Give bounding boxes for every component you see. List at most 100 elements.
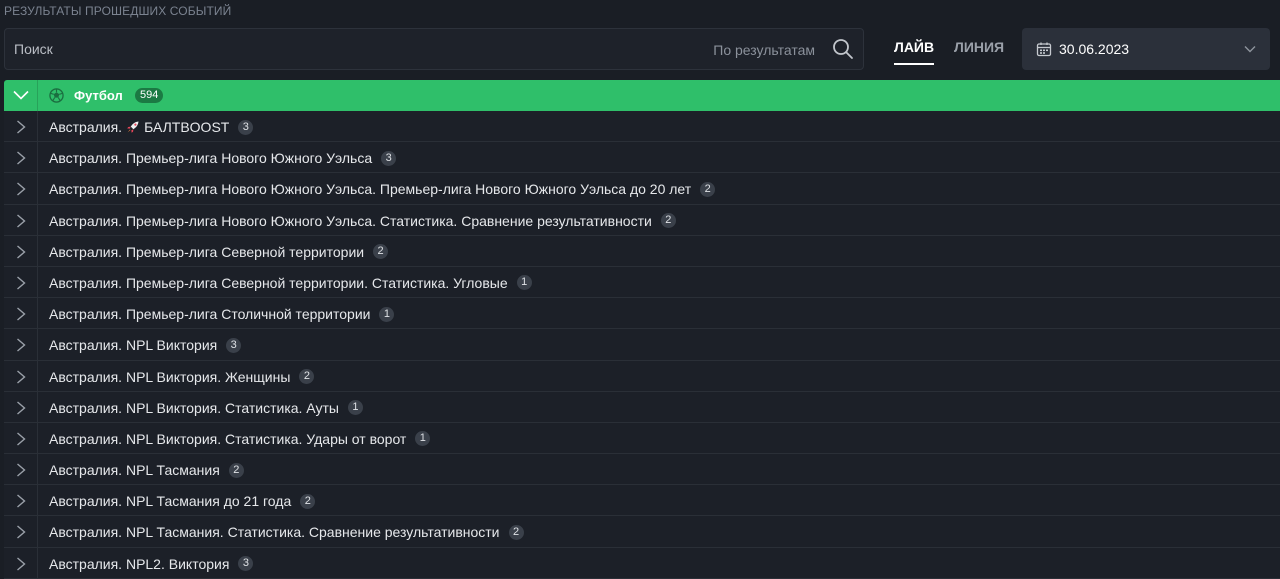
chevron-right-icon [17, 307, 26, 321]
league-name: Австралия. NPL Виктория. Статистика. Аут… [49, 399, 339, 416]
league-row[interactable]: Австралия. NPL2. Виктория 3 [4, 547, 1280, 579]
search-scope-label[interactable]: По результатам [713, 42, 815, 58]
chevron-right-icon [17, 525, 26, 539]
league-row[interactable]: Австралия. Премьер-лига Нового Южного Уэ… [4, 173, 1280, 205]
league-expand-toggle[interactable] [4, 329, 38, 360]
chevron-right-icon [17, 401, 26, 415]
chevron-right-icon [17, 463, 26, 477]
league-row[interactable]: Австралия. Премьер-лига Северной террито… [4, 235, 1280, 267]
league-count-badge: 3 [238, 556, 254, 572]
league-count-badge: 3 [381, 150, 397, 166]
sport-collapse-toggle[interactable] [4, 80, 38, 111]
chevron-right-icon [17, 182, 26, 196]
tab-live[interactable]: ЛАЙВ [894, 39, 935, 65]
tab-line[interactable]: ЛИНИЯ [954, 39, 1004, 63]
league-prefix: Австралия. [49, 119, 123, 135]
league-name: Австралия. NPL Виктория. Женщины [49, 368, 291, 385]
league-name: Австралия. Премьер-лига Нового Южного Уэ… [49, 212, 652, 229]
league-count-badge: 3 [226, 337, 242, 353]
league-row[interactable]: Австралия. Премьер-лига Нового Южного Уэ… [4, 204, 1280, 236]
chevron-right-icon [17, 245, 26, 259]
league-count-badge: 2 [299, 369, 315, 384]
league-row[interactable]: Австралия. NPL Виктория 3 [4, 329, 1280, 361]
date-picker[interactable]: 30.06.2023 [1022, 28, 1270, 70]
rocket-icon [127, 121, 139, 133]
league-label: Австралия. Премьер-лига Северной террито… [49, 243, 389, 260]
league-expand-toggle[interactable] [4, 547, 38, 578]
sport-header-football[interactable]: Футбол 594 [4, 80, 1280, 111]
league-label: Австралия. NPL Виктория. Статистика. Аут… [49, 400, 363, 416]
chevron-right-icon [17, 494, 26, 508]
league-label: Австралия. Премьер-лига Нового Южного Уэ… [49, 213, 676, 229]
league-row[interactable]: Австралия. Премьер-лига Северной террито… [4, 266, 1280, 299]
league-row[interactable]: Австралия. NPL Тасмания до 21 года 2 [4, 485, 1280, 517]
league-label: Австралия. БАЛТBOOST 3 [49, 119, 254, 135]
league-label: Австралия. Премьер-лига Нового Южного Уэ… [49, 150, 397, 166]
league-count-badge: 3 [238, 119, 254, 135]
league-rows: Австралия. БАЛТBOOST 3 Австралия. Премьер-л… [4, 111, 1280, 579]
league-expand-toggle[interactable] [4, 235, 38, 266]
league-name: Австралия. NPL Виктория [49, 337, 218, 354]
league-count-badge: 1 [516, 275, 532, 291]
chevron-right-icon [17, 276, 26, 290]
league-name: Австралия. Премьер-лига Нового Южного Уэ… [49, 181, 692, 198]
league-expand-toggle[interactable] [4, 298, 38, 329]
league-expand-toggle[interactable] [4, 485, 38, 516]
league-name: Австралия. Премьер-лига Столичной террит… [49, 306, 371, 323]
chevron-down-icon [13, 90, 29, 100]
league-expand-toggle[interactable] [4, 204, 38, 235]
calendar-icon [1036, 42, 1052, 57]
league-name: Австралия. Премьер-лига Северной террито… [49, 274, 508, 291]
league-name: Австралия. NPL Тасмания до 21 года [49, 493, 292, 510]
toolbar: По результатам ЛАЙВ ЛИНИЯ 30.06.2023 [4, 28, 1270, 70]
league-row[interactable]: Австралия. NPL Виктория. Статистика. Аут… [4, 391, 1280, 423]
league-expand-toggle[interactable] [4, 360, 38, 391]
league-count-badge: 2 [508, 524, 524, 540]
league-label: Австралия. NPL Виктория 3 [49, 337, 242, 354]
league-row[interactable]: Австралия. NPL Виктория. Статистика. Уда… [4, 422, 1280, 455]
league-name: Австралия. NPL2. Виктория [49, 555, 230, 572]
league-expand-toggle[interactable] [4, 391, 38, 422]
league-row[interactable]: Австралия. Премьер-лига Нового Южного Уэ… [4, 142, 1280, 174]
league-row[interactable]: Австралия. NPL Виктория. Женщины 2 [4, 360, 1280, 392]
league-expand-toggle[interactable] [4, 173, 38, 204]
league-row[interactable]: Австралия. NPL Тасмания 2 [4, 454, 1280, 486]
league-count-badge: 1 [415, 431, 431, 447]
league-label: Австралия. NPL Виктория. Статистика. Уда… [49, 430, 431, 447]
sport-name: Футбол [74, 88, 123, 103]
page-title: РЕЗУЛЬТАТЫ ПРОШЕДШИХ СОБЫТИЙ [4, 4, 232, 18]
league-row[interactable]: Австралия. NPL Тасмания. Статистика. Сра… [4, 516, 1280, 548]
league-expand-toggle[interactable] [4, 142, 38, 173]
league-expand-toggle[interactable] [4, 516, 38, 547]
league-label: Австралия. NPL Тасмания 2 [49, 462, 244, 478]
chevron-right-icon [17, 369, 26, 384]
league-expand-toggle[interactable] [4, 111, 38, 142]
league-expand-toggle[interactable] [4, 422, 38, 454]
league-count-badge: 1 [379, 306, 395, 322]
soccer-ball-icon [49, 88, 64, 103]
league-name: БАЛТBOOST [144, 119, 230, 135]
search-box[interactable]: По результатам [4, 28, 864, 70]
league-expand-toggle[interactable] [4, 266, 38, 298]
search-input[interactable] [14, 41, 614, 57]
league-row[interactable]: Австралия. Премьер-лига Столичной террит… [4, 298, 1280, 330]
chevron-right-icon [17, 120, 26, 134]
league-label: Австралия. NPL2. Виктория 3 [49, 555, 254, 572]
league-count-badge: 1 [347, 400, 363, 416]
chevron-down-icon [1244, 46, 1256, 53]
league-label: Австралия. Премьер-лига Северной террито… [49, 275, 532, 291]
search-icon[interactable] [831, 37, 855, 61]
chevron-right-icon [17, 432, 26, 446]
league-name: Австралия. Премьер-лига Северной террито… [49, 243, 365, 260]
league-name: Австралия. NPL Тасмания [49, 462, 220, 479]
league-expand-toggle[interactable] [4, 454, 38, 485]
sport-count-badge: 594 [135, 88, 164, 103]
chevron-right-icon [17, 214, 26, 228]
league-count-badge: 2 [300, 493, 316, 509]
league-label: Австралия. NPL Виктория. Женщины 2 [49, 368, 315, 385]
league-name: Австралия. NPL Виктория. Статистика. Уда… [49, 430, 407, 447]
league-row[interactable]: Австралия. БАЛТBOOST 3 [4, 111, 1280, 143]
league-label: Австралия. NPL Тасмания. Статистика. Сра… [49, 524, 524, 540]
league-label: Австралия. Премьер-лига Нового Южного Уэ… [49, 181, 716, 198]
results-list: Футбол 594 Австралия. БАЛТBOOST 3 Австралия… [4, 80, 1280, 579]
